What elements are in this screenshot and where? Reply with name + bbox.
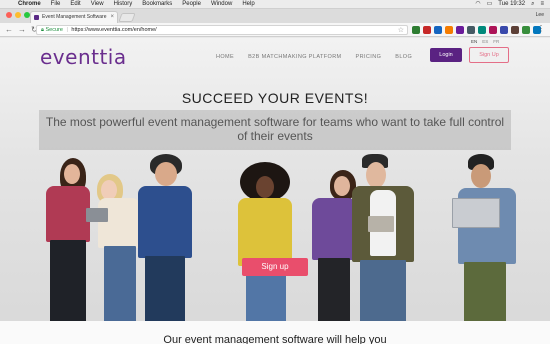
bookmark-star-icon[interactable]: ☆: [398, 26, 404, 35]
browser-toolbar: ← → ↻ 🔒︎ Secure | https://www.eventtia.c…: [0, 23, 550, 37]
address-separator: |: [66, 27, 68, 33]
nav-home[interactable]: HOME: [216, 54, 234, 60]
extensions-area: [412, 26, 541, 34]
menu-help[interactable]: Help: [242, 0, 254, 9]
lock-icon: 🔒︎: [41, 27, 44, 33]
macos-menu-bar: Chrome File Edit View History Bookmarks …: [0, 0, 550, 9]
webpage: eventtia HOME B2B MATCHMAKING PLATFORM P…: [0, 38, 550, 344]
nav-pricing[interactable]: PRICING: [356, 54, 382, 60]
hero-photo: [0, 154, 550, 330]
login-button[interactable]: Login: [430, 48, 462, 62]
menu-people[interactable]: People: [182, 0, 201, 9]
close-window-button[interactable]: [6, 12, 12, 18]
search-icon[interactable]: ⌕: [531, 0, 534, 9]
lang-fr[interactable]: FR: [493, 39, 499, 44]
menu-view[interactable]: View: [91, 0, 104, 9]
menu-history[interactable]: History: [114, 0, 133, 9]
extension-gray-icon[interactable]: [467, 26, 475, 34]
signup-hero-button[interactable]: Sign up: [242, 258, 308, 276]
extension-purple-icon[interactable]: [456, 26, 464, 34]
profile-name[interactable]: Lee: [536, 12, 544, 18]
extension-brown-icon[interactable]: [511, 26, 519, 34]
window-controls: [6, 12, 30, 18]
extension-red-icon[interactable]: [423, 26, 431, 34]
hero-headline: SUCCEED YOUR EVENTS!: [181, 90, 369, 106]
hero-subtitle: The most powerful event management softw…: [45, 115, 505, 143]
menu-window[interactable]: Window: [211, 0, 232, 9]
wifi-icon[interactable]: ◠: [475, 0, 480, 9]
menu-file[interactable]: File: [51, 0, 61, 9]
favicon-icon: [34, 15, 39, 20]
main-navigation: HOME B2B MATCHMAKING PLATFORM PRICING BL…: [216, 54, 412, 60]
extension-pink-icon[interactable]: [489, 26, 497, 34]
tab-strip: Event Management Software × Lee: [0, 9, 550, 23]
browser-menu-icon[interactable]: ⋮: [537, 24, 545, 33]
nav-blog[interactable]: BLOG: [395, 54, 412, 60]
extension-orange-icon[interactable]: [445, 26, 453, 34]
menu-bookmarks[interactable]: Bookmarks: [142, 0, 172, 9]
tab-title: Event Management Software: [42, 14, 107, 20]
section-heading: Our event management software will help …: [163, 334, 387, 344]
extension-indigo-icon[interactable]: [500, 26, 508, 34]
nav-b2b-matchmaking[interactable]: B2B MATCHMAKING PLATFORM: [248, 54, 341, 60]
menu-app-name[interactable]: Chrome: [18, 0, 41, 9]
signup-header-button[interactable]: Sign Up: [469, 47, 509, 63]
extension-lime-icon[interactable]: [522, 26, 530, 34]
url-text[interactable]: https://www.eventtia.com/en/home/: [71, 27, 156, 33]
eventtia-logo[interactable]: eventtia: [40, 45, 127, 69]
language-switcher: EN ES FR: [471, 39, 499, 44]
address-bar[interactable]: 🔒︎ Secure | https://www.eventtia.com/en/…: [36, 25, 408, 35]
lang-en[interactable]: EN: [471, 39, 477, 44]
back-arrow-icon[interactable]: ←: [5, 24, 13, 36]
close-tab-icon[interactable]: ×: [110, 12, 114, 23]
battery-icon[interactable]: ▭: [487, 0, 493, 9]
menu-edit[interactable]: Edit: [70, 0, 80, 9]
extension-green-icon[interactable]: [412, 26, 420, 34]
new-tab-button[interactable]: [118, 13, 136, 22]
minimize-window-button[interactable]: [15, 12, 21, 18]
browser-tab[interactable]: Event Management Software ×: [30, 11, 118, 23]
forward-arrow-icon[interactable]: →: [18, 24, 26, 36]
extension-teal-icon[interactable]: [478, 26, 486, 34]
secure-label: Secure: [45, 27, 63, 33]
extension-blue-icon[interactable]: [434, 26, 442, 34]
lang-es[interactable]: ES: [482, 39, 488, 44]
menu-list-icon[interactable]: ≡: [540, 0, 544, 9]
clock[interactable]: Tue 19:32: [498, 0, 525, 9]
